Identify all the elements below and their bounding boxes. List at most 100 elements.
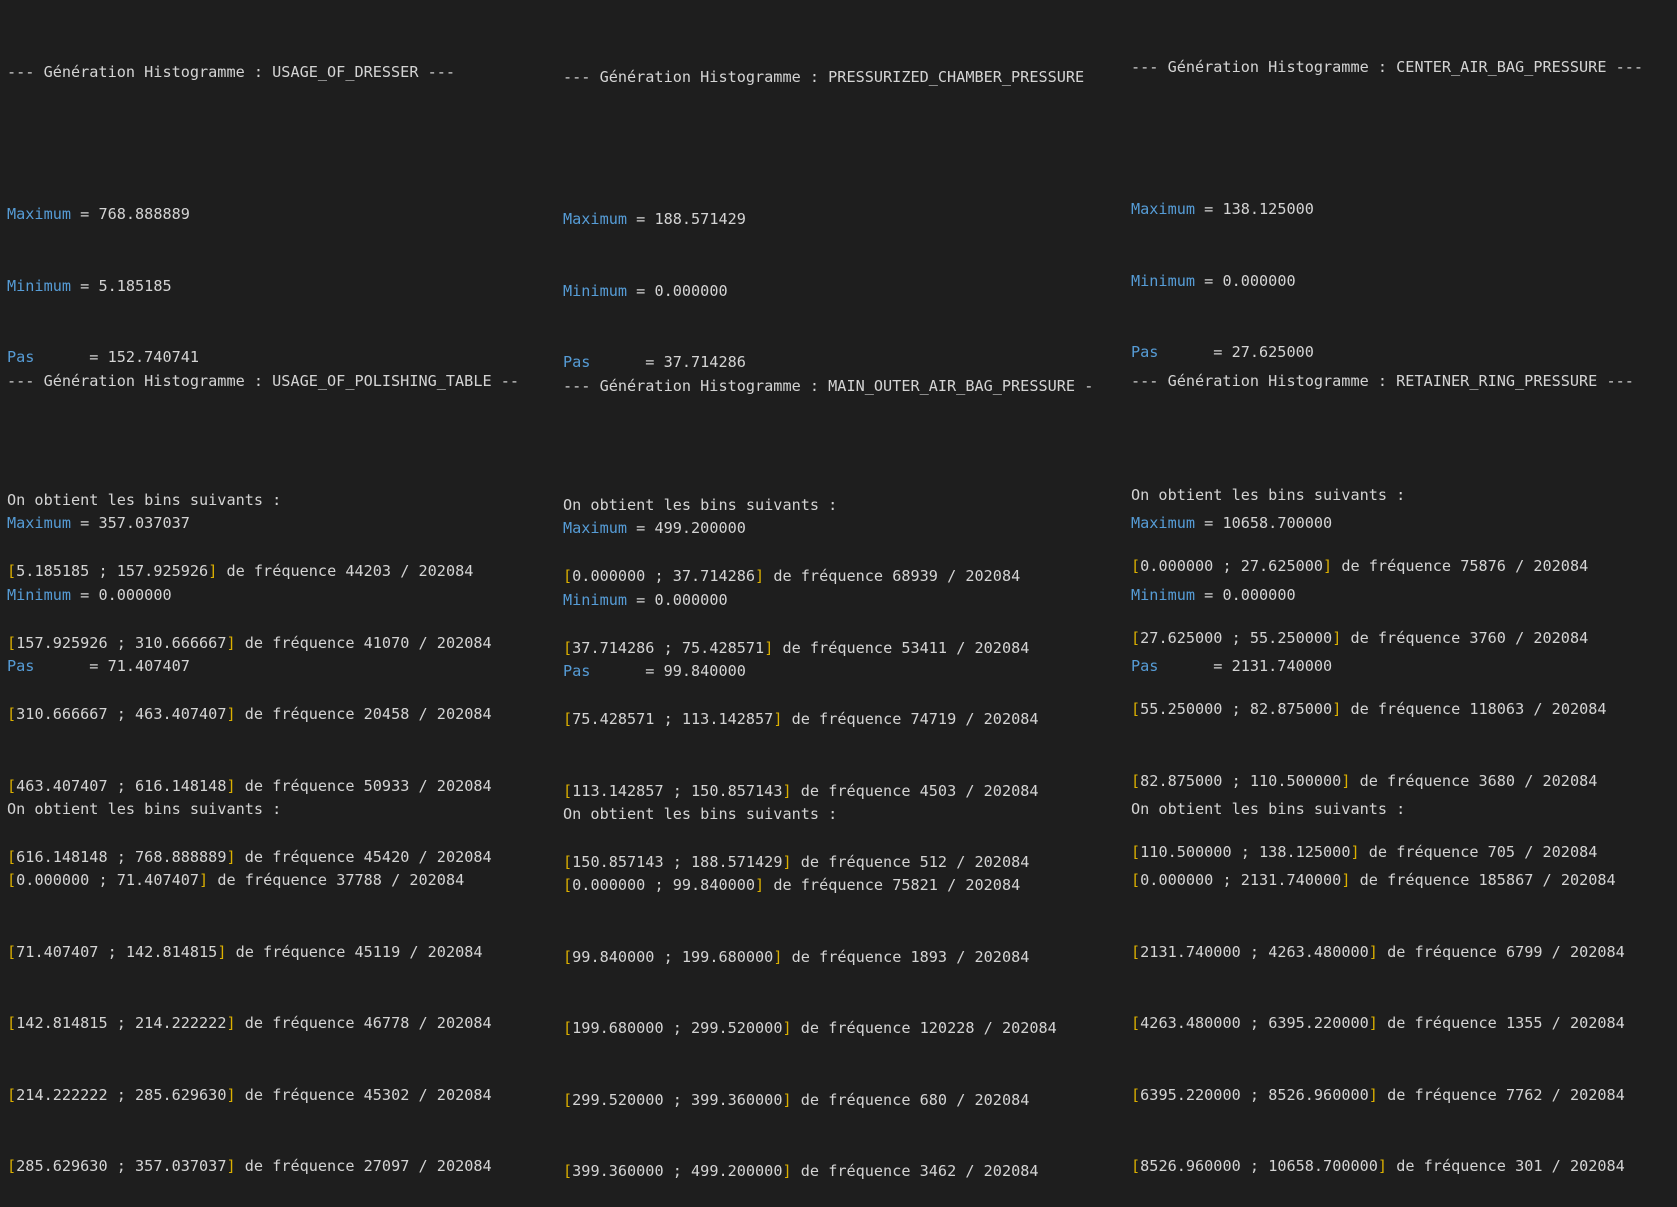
bin-text: /	[947, 1090, 975, 1109]
minimum-value: 0.000000	[98, 585, 172, 604]
bin-text: /	[956, 1161, 984, 1180]
pas-label: Pas	[563, 662, 637, 681]
bin-text: 202084	[1569, 1085, 1625, 1104]
bin-text: 6395.220000	[1140, 1085, 1241, 1104]
bin-text: 285.629630	[16, 1156, 108, 1175]
bin-text: 199.680000	[572, 1019, 664, 1038]
bins-intro: On obtient les bins suivants :	[1131, 799, 1406, 818]
bracket: [	[7, 1014, 17, 1033]
bracket: [	[7, 871, 17, 890]
bin-text: 499.200000	[691, 1161, 783, 1180]
bin-text: 680	[919, 1090, 948, 1109]
bin-row: [2131.740000 ; 4263.480000] de fréquence…	[1131, 941, 1677, 965]
bin-text: 10658.700000	[1268, 1156, 1378, 1175]
bin-text: 202084	[1569, 1014, 1625, 1033]
bin-row: [4263.480000 ; 6395.220000] de fréquence…	[1131, 1012, 1677, 1036]
bin-text: de fréquence	[791, 1019, 920, 1038]
bracket: [	[563, 876, 573, 895]
bin-text: ;	[1240, 1014, 1269, 1033]
bracket: [	[7, 1156, 17, 1175]
pas-row: Pas = 2131.740000	[1131, 657, 1333, 676]
bin-text: 202084	[436, 1014, 492, 1033]
histogram-panel-main-outer-air-bag-pressure: --- Génération Histogramme : MAIN_OUTER_…	[563, 327, 1111, 1207]
minimum-value: 0.000000	[654, 590, 728, 609]
bin-text: /	[400, 942, 428, 961]
bin-text: 357.037037	[135, 1156, 227, 1175]
bin-text: de fréquence	[1387, 1156, 1516, 1175]
bracket: ]	[782, 1090, 792, 1109]
bracket: ]	[782, 1161, 792, 1180]
bin-row: [0.000000 ; 2131.740000] de fréquence 18…	[1131, 869, 1677, 893]
pas-row: Pas = 99.840000	[563, 662, 746, 681]
histogram-panel-usage-of-polishing-table: --- Génération Histogramme : USAGE_OF_PO…	[7, 322, 542, 1202]
bin-text: 202084	[974, 1090, 1030, 1109]
bin-text: 399.360000	[572, 1161, 664, 1180]
minimum-label: Minimum	[563, 281, 628, 300]
bracket: ]	[1368, 942, 1378, 961]
bin-row: [299.520000 ; 399.360000] de fréquence 6…	[563, 1089, 1111, 1113]
maximum-value: 10658.700000	[1222, 514, 1333, 533]
maximum-label: Maximum	[7, 514, 72, 533]
bin-text: ;	[98, 942, 126, 961]
bin-row: [8526.960000 ; 10658.700000] de fréquenc…	[1131, 1155, 1677, 1179]
bin-row: [0.000000 ; 71.407407] de fréquence 3778…	[7, 869, 542, 893]
bracket: ]	[1368, 1014, 1378, 1033]
bin-text: 45119	[354, 942, 401, 961]
bin-text: ;	[1240, 942, 1269, 961]
maximum-value: 188.571429	[654, 210, 746, 229]
bin-text: 27097	[363, 1156, 410, 1175]
bin-text: /	[1542, 1085, 1570, 1104]
maximum-row: Maximum = 188.571429	[563, 210, 746, 229]
bin-text: de fréquence	[791, 1161, 920, 1180]
bin-text: ;	[663, 1019, 692, 1038]
maximum-row: Maximum = 357.037037	[7, 514, 190, 533]
bracket: [	[563, 1019, 573, 1038]
bin-text: 399.360000	[691, 1090, 783, 1109]
bin-row: [6395.220000 ; 8526.960000] de fréquence…	[1131, 1084, 1677, 1108]
maximum-row: Maximum = 768.888889	[7, 205, 190, 224]
minimum-row: Minimum = 0.000000	[563, 281, 728, 300]
bin-text: 285.629630	[135, 1085, 227, 1104]
bin-text: /	[409, 1085, 437, 1104]
bin-text: 8526.960000	[1268, 1085, 1369, 1104]
bin-row: [214.222222 ; 285.629630] de fréquence 4…	[7, 1084, 542, 1108]
bin-text: 37788	[336, 871, 382, 890]
bin-text: /	[1542, 1156, 1570, 1175]
bracket: ]	[782, 1019, 792, 1038]
bins-intro: On obtient les bins suivants :	[7, 799, 282, 818]
bin-text: 202084	[1560, 871, 1616, 890]
panel-header: --- Génération Histogramme : USAGE_OF_PO…	[7, 371, 520, 390]
bin-text: 1355	[1505, 1014, 1543, 1033]
bracket: [	[1131, 942, 1141, 961]
bin-text: de fréquence	[226, 942, 355, 961]
bin-row: [142.814815 ; 214.222222] de fréquence 4…	[7, 1012, 542, 1036]
bin-text: ;	[1240, 1085, 1269, 1104]
bin-text: ;	[1213, 871, 1241, 890]
bin-text: 71.407407	[16, 942, 99, 961]
minimum-row: Minimum = 0.000000	[563, 590, 728, 609]
bin-text: 214.222222	[135, 1014, 227, 1033]
bin-text: ;	[107, 1156, 136, 1175]
bracket: [	[1131, 1014, 1141, 1033]
minimum-label: Minimum	[7, 585, 72, 604]
bracket: [	[7, 942, 17, 961]
minimum-label: Minimum	[7, 276, 72, 295]
bracket: [	[563, 947, 573, 966]
pas-label: Pas	[7, 657, 81, 676]
bin-text: de fréquence	[208, 871, 337, 890]
bin-text: 4263.480000	[1140, 1014, 1241, 1033]
bin-text: de fréquence	[782, 947, 911, 966]
bin-text: 0.000000	[16, 871, 90, 890]
bin-text: de fréquence	[791, 1090, 920, 1109]
bin-text: /	[974, 1019, 1002, 1038]
bin-text: de fréquence	[764, 876, 893, 895]
histogram-panel-retainer-ring-pressure: --- Génération Histogramme : RETAINER_RI…	[1131, 322, 1677, 1202]
minimum-value: 5.185185	[98, 276, 172, 295]
bin-text: 71.407407	[116, 871, 200, 890]
maximum-label: Maximum	[563, 210, 628, 229]
maximum-row: Maximum = 10658.700000	[1131, 514, 1333, 533]
bin-text: ;	[645, 876, 673, 895]
bracket: ]	[755, 876, 765, 895]
bin-text: /	[381, 871, 410, 890]
maximum-label: Maximum	[1131, 514, 1196, 533]
